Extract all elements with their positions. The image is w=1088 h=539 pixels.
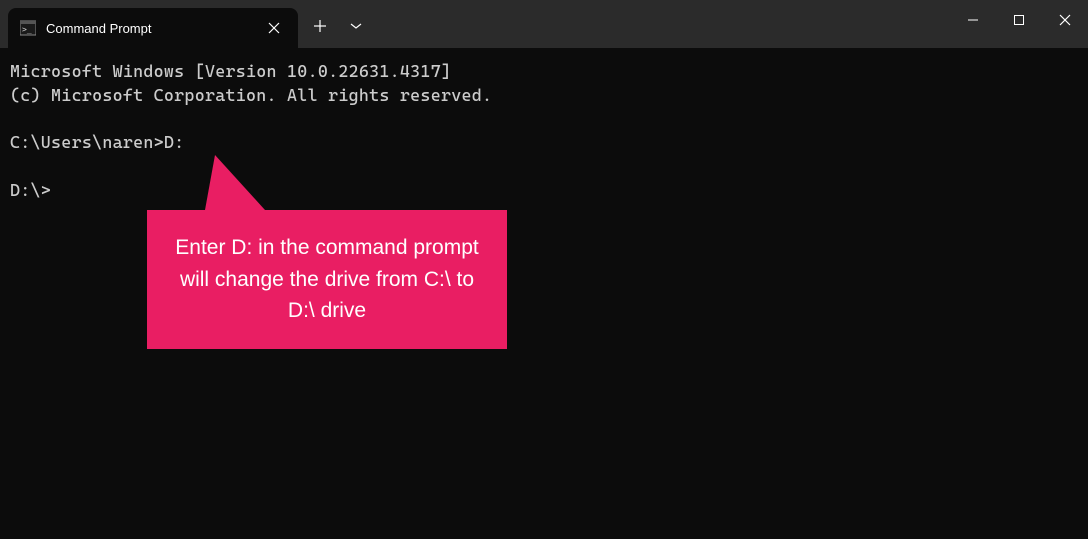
terminal-output[interactable]: Microsoft Windows [Version 10.0.22631.43… xyxy=(0,48,1088,215)
active-tab[interactable]: >_ Command Prompt xyxy=(8,8,298,48)
prompt-path: C:\Users\naren> xyxy=(10,132,164,152)
output-line: (c) Microsoft Corporation. All rights re… xyxy=(10,85,492,105)
new-tab-button[interactable] xyxy=(302,8,338,44)
close-window-button[interactable] xyxy=(1042,0,1088,40)
minimize-button[interactable] xyxy=(950,0,996,40)
annotation-callout: Enter D: in the command prompt will chan… xyxy=(147,210,507,349)
tab-title: Command Prompt xyxy=(46,21,262,36)
output-line: Microsoft Windows [Version 10.0.22631.43… xyxy=(10,61,451,81)
user-input: D: xyxy=(164,132,185,152)
maximize-button[interactable] xyxy=(996,0,1042,40)
titlebar: >_ Command Prompt xyxy=(0,0,1088,48)
prompt-path: D:\> xyxy=(10,180,51,200)
svg-text:>_: >_ xyxy=(22,25,32,34)
annotation-text: Enter D: in the command prompt will chan… xyxy=(175,236,478,322)
cmd-icon: >_ xyxy=(20,20,36,36)
window-controls xyxy=(950,0,1088,40)
tab-close-button[interactable] xyxy=(262,16,286,40)
tab-dropdown-button[interactable] xyxy=(338,8,374,44)
